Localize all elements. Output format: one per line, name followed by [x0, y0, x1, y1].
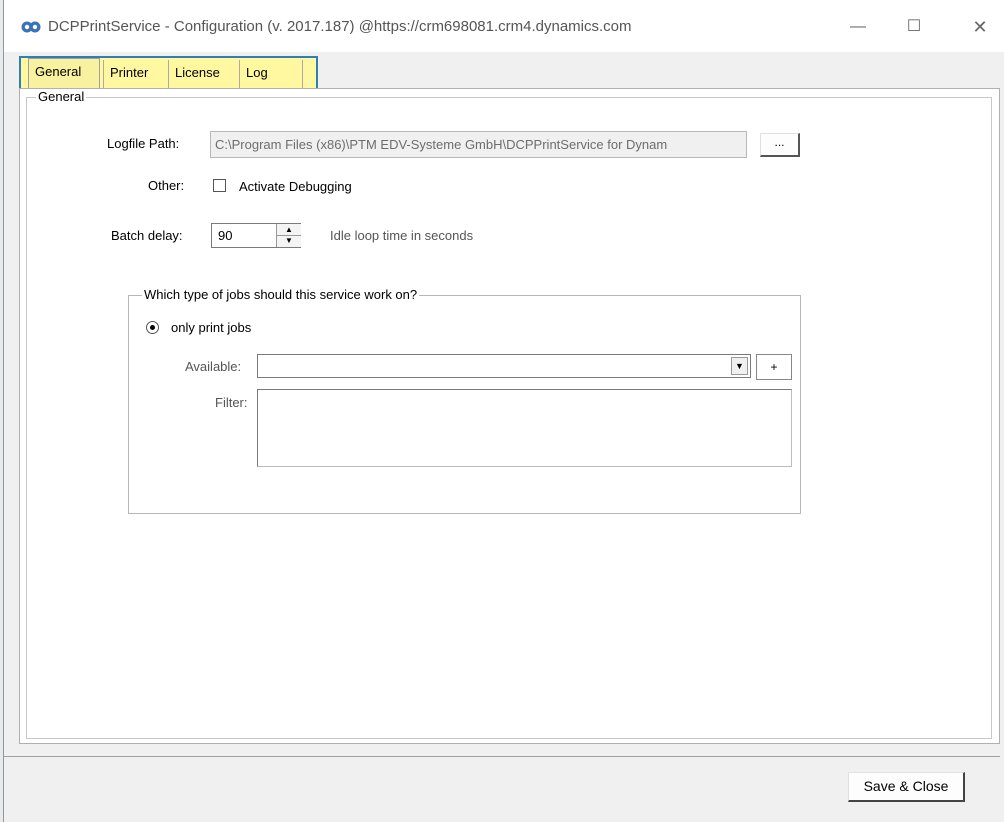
minimize-button[interactable]: —	[836, 12, 880, 42]
other-label: Other:	[148, 178, 185, 193]
close-button[interactable]: ✕	[958, 12, 1002, 42]
logfile-path-label: Logfile Path:	[107, 136, 180, 151]
print-jobs-radio[interactable]	[146, 321, 159, 334]
browse-button[interactable]: ...	[760, 133, 800, 157]
print-jobs-label[interactable]: only print jobs	[171, 320, 251, 335]
logfile-path-field[interactable]: C:\Program Files (x86)\PTM EDV-Systeme G…	[210, 131, 747, 158]
radio-dot-icon	[150, 325, 155, 330]
add-button[interactable]: +	[756, 354, 792, 380]
tab-general[interactable]: General	[28, 58, 100, 88]
general-group-title: General	[36, 89, 87, 104]
maximize-button[interactable]: ☐	[892, 12, 936, 42]
available-combo[interactable]: ▼	[257, 354, 751, 378]
spin-down-icon[interactable]: ▼	[277, 235, 301, 246]
batch-delay-hint: Idle loop time in seconds	[330, 228, 474, 243]
batch-delay-spinner[interactable]: ▲ ▼	[276, 224, 301, 247]
tab-printer[interactable]: Printer	[103, 60, 165, 88]
window-title: DCPPrintService - Configuration (v. 2017…	[48, 18, 632, 35]
app-icon	[21, 21, 41, 33]
filter-label: Filter:	[215, 395, 248, 410]
tab-license[interactable]: License	[168, 60, 236, 88]
jobs-group-title: Which type of jobs should this service w…	[142, 287, 420, 302]
debug-label[interactable]: Activate Debugging	[239, 179, 352, 194]
title-bar: DCPPrintService - Configuration (v. 2017…	[4, 0, 1004, 52]
chevron-down-icon[interactable]: ▼	[731, 357, 748, 375]
save-close-button[interactable]: Save & Close	[848, 772, 965, 802]
available-label: Available:	[185, 359, 242, 374]
batch-delay-label: Batch delay:	[111, 228, 183, 243]
footer-divider	[4, 756, 1000, 757]
tab-log[interactable]: Log	[239, 60, 303, 88]
debug-checkbox[interactable]	[213, 179, 226, 192]
filter-textarea[interactable]	[257, 389, 792, 467]
